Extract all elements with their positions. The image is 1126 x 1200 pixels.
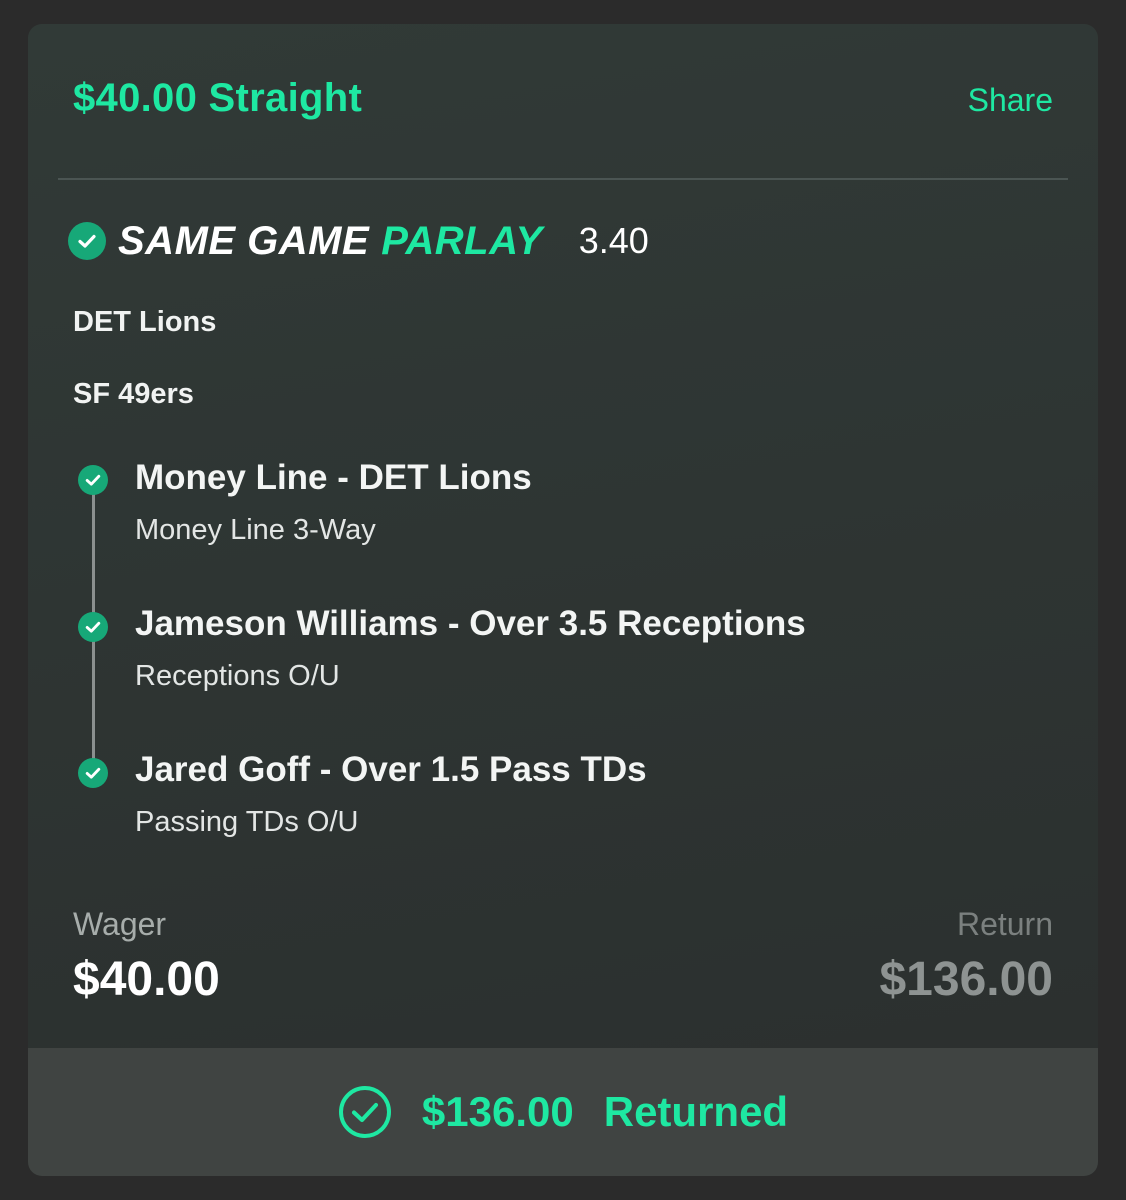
- wager-label: Wager: [73, 906, 167, 942]
- leg-subtitle: Money Line 3-Way: [135, 514, 376, 546]
- parlay-label-suffix: PARLAY: [381, 218, 543, 263]
- check-circle-icon: [68, 222, 106, 260]
- team-name: DET Lions: [73, 306, 217, 338]
- header-divider: [58, 178, 1068, 180]
- leg-title: Jared Goff - Over 1.5 Pass TDs: [135, 750, 647, 789]
- leg-title: Jameson Williams - Over 3.5 Receptions: [135, 604, 806, 643]
- returned-status-label: Returned: [603, 1088, 789, 1135]
- parlay-odds: 3.40: [578, 220, 649, 261]
- returned-footer: $136.00 Returned: [28, 1048, 1098, 1176]
- leg-subtitle: Passing TDs O/U: [135, 806, 359, 838]
- check-circle-icon: [78, 758, 108, 788]
- return-label: Return: [956, 906, 1053, 942]
- same-game-parlay-header: SAME GAME PARLAY 3.40: [68, 217, 649, 265]
- team-name: SF 49ers: [73, 378, 194, 410]
- bet-header: $40.00 Straight Share: [28, 24, 1098, 179]
- wager-value: $40.00: [73, 953, 220, 1006]
- share-button[interactable]: Share: [968, 82, 1053, 119]
- bet-card: $40.00 Straight Share SAME GAME PARLAY 3…: [28, 24, 1098, 1176]
- bet-title: $40.00 Straight: [73, 76, 363, 120]
- leg-subtitle: Receptions O/U: [135, 660, 340, 692]
- check-circle-outline-icon: [338, 1086, 391, 1138]
- leg-title: Money Line - DET Lions: [135, 458, 532, 497]
- returned-amount: $136.00: [421, 1088, 574, 1135]
- check-circle-icon: [78, 612, 108, 642]
- check-circle-icon: [78, 465, 108, 495]
- return-value: $136.00: [879, 953, 1053, 1006]
- parlay-label-prefix: SAME GAME: [118, 218, 370, 263]
